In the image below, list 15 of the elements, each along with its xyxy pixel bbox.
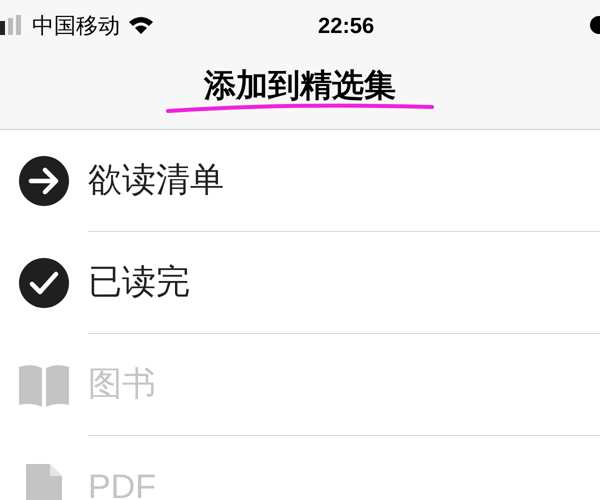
document-icon	[24, 462, 64, 500]
collection-label: 欲读清单	[88, 160, 224, 201]
carrier-name: 中国移动	[32, 12, 120, 40]
collection-row[interactable]: 欲读清单	[0, 130, 600, 232]
book-icon	[17, 363, 71, 407]
collection-label: 图书	[88, 364, 156, 405]
page-title: 添加到精选集	[204, 66, 396, 104]
collection-row[interactable]: 已读完	[0, 232, 600, 334]
wifi-icon	[128, 15, 154, 35]
status-time: 22:56	[318, 12, 374, 40]
collection-label: 已读完	[88, 262, 190, 303]
signal-icon	[0, 15, 24, 35]
checkmark-circle-icon	[18, 257, 70, 309]
arrow-circle-icon	[18, 155, 70, 207]
collection-label: PDF	[88, 466, 156, 500]
